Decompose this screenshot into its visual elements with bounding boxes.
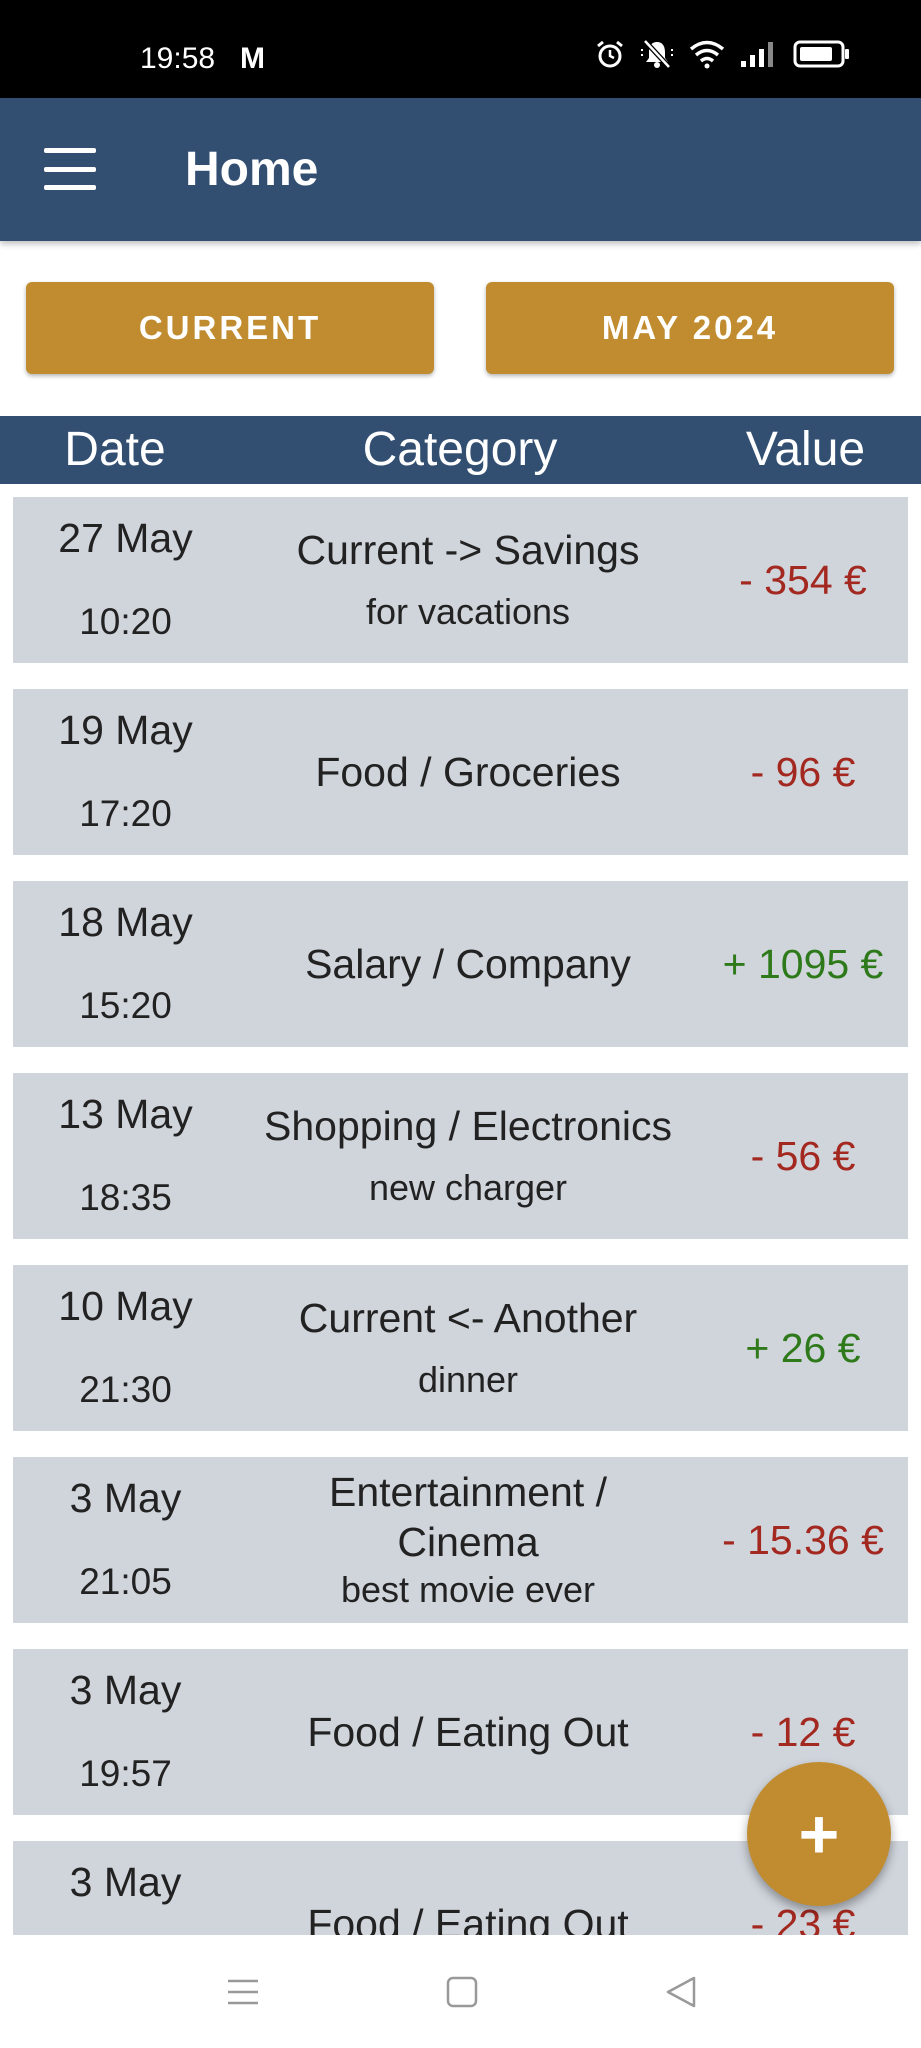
nav-recents-icon[interactable] <box>226 1975 260 2009</box>
table-row[interactable]: 13 May 18:35 Shopping / Electronics new … <box>13 1073 908 1239</box>
row-time: 10:20 <box>79 601 172 642</box>
date-cell: 27 May 10:20 <box>13 497 238 663</box>
status-icons <box>595 38 851 70</box>
table-row[interactable]: 3 May 21:05 Entertainment / Cinema best … <box>13 1457 908 1623</box>
hamburger-icon[interactable] <box>44 148 96 190</box>
table-row[interactable]: 19 May 17:20 Food / Groceries - 96 € <box>13 689 908 855</box>
row-value: - 56 € <box>750 1132 856 1179</box>
row-category: Food / Eating Out <box>307 1901 629 1935</box>
nav-home-icon[interactable] <box>445 1975 479 2009</box>
category-cell: Food / Eating Out <box>238 1649 698 1815</box>
category-cell: Food / Groceries <box>238 689 698 855</box>
date-cell: 3 May 19:57 <box>13 1649 238 1815</box>
row-note: new charger <box>368 1167 568 1208</box>
row-day: 3 May <box>69 1859 182 1905</box>
date-cell: 18 May 15:20 <box>13 881 238 1047</box>
date-cell: 13 May 18:35 <box>13 1073 238 1239</box>
row-category: Food / Eating Out <box>307 1709 629 1755</box>
transaction-list[interactable]: 27 May 10:20 Current -> Savings for vaca… <box>0 484 921 1935</box>
row-time: 18:35 <box>79 1177 172 1218</box>
date-cell: 19 May 17:20 <box>13 689 238 855</box>
battery-icon <box>793 40 849 68</box>
category-cell: Current <- Another dinner <box>238 1265 698 1431</box>
row-time: 21:30 <box>79 1369 172 1410</box>
row-category: Current -> Savings <box>296 527 640 573</box>
category-cell: Entertainment / Cinema best movie ever <box>238 1457 698 1623</box>
row-value: - 15.36 € <box>722 1516 884 1563</box>
table-row[interactable]: 10 May 21:30 Current <- Another dinner +… <box>13 1265 908 1431</box>
row-time: 19:57 <box>79 1753 172 1794</box>
row-day: 13 May <box>58 1091 193 1137</box>
alarm-icon <box>597 40 623 68</box>
account-button[interactable]: CURRENT <box>26 282 434 374</box>
status-bar: 19:58 M <box>0 0 921 98</box>
row-day: 19 May <box>58 707 193 753</box>
row-note: for vacations <box>365 591 571 632</box>
nav-back-icon[interactable] <box>664 1975 698 2009</box>
row-category: Food / Groceries <box>315 749 621 795</box>
header-category: Category <box>362 423 558 476</box>
date-cell: 10 May 21:30 <box>13 1265 238 1431</box>
system-nav-bar <box>0 1935 921 2048</box>
gmail-icon: M <box>240 42 265 75</box>
page-title: Home <box>185 143 319 196</box>
month-button[interactable]: MAY 2024 <box>486 282 894 374</box>
row-note: dinner <box>417 1359 519 1400</box>
row-time: 17:20 <box>79 793 172 834</box>
row-value: - 354 € <box>739 556 867 603</box>
row-category: Salary / Company <box>305 941 631 987</box>
row-category: Current <- Another <box>298 1295 638 1341</box>
row-day: 18 May <box>58 899 193 945</box>
row-value: + 26 € <box>745 1324 861 1371</box>
table-row[interactable]: 27 May 10:20 Current -> Savings for vaca… <box>13 497 908 663</box>
date-cell: 3 May 21:05 <box>13 1457 238 1623</box>
row-value: - 96 € <box>750 748 856 795</box>
header-value: Value <box>745 423 866 476</box>
add-transaction-button[interactable]: + <box>747 1762 891 1906</box>
category-cell: Salary / Company <box>238 881 698 1047</box>
category-cell: Food / Eating Out <box>238 1841 698 1935</box>
row-day: 27 May <box>58 515 193 561</box>
wifi-icon <box>689 40 725 69</box>
row-note: best movie ever <box>340 1569 596 1610</box>
row-time: 15:20 <box>79 985 172 1026</box>
table-row[interactable]: 18 May 15:20 Salary / Company + 1095 € <box>13 881 908 1047</box>
row-day: 10 May <box>58 1283 193 1329</box>
row-day: 3 May <box>69 1667 182 1713</box>
row-time: 21:05 <box>79 1561 172 1602</box>
row-value: + 1095 € <box>722 940 884 987</box>
app-bar: Home <box>0 98 921 241</box>
header-date: Date <box>64 423 166 476</box>
row-category: Shopping / Electronics <box>264 1103 672 1149</box>
row-day: 3 May <box>69 1475 182 1521</box>
category-cell: Shopping / Electronics new charger <box>238 1073 698 1239</box>
table-header: Date Category Value <box>0 416 921 484</box>
bell-off-icon <box>641 39 673 69</box>
date-cell: 3 May <box>13 1841 238 1935</box>
row-category: Entertainment / Cinema <box>328 1469 608 1565</box>
category-cell: Current -> Savings for vacations <box>238 497 698 663</box>
status-time: 19:58 <box>140 42 216 75</box>
signal-icon <box>741 42 773 67</box>
